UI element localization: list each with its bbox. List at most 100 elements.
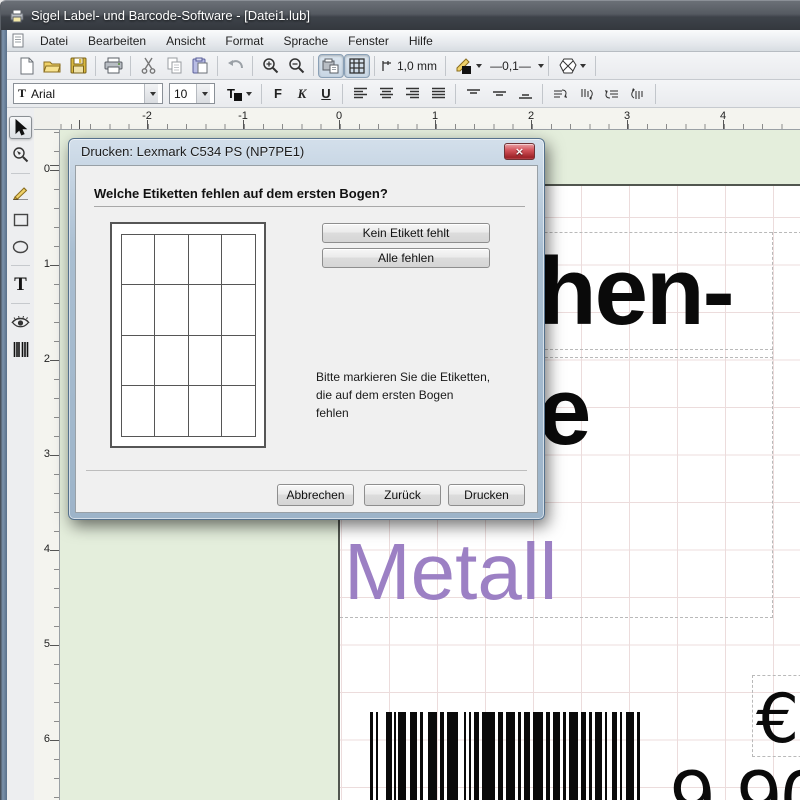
currency-symbol[interactable]: € — [756, 686, 799, 754]
label-cell[interactable] — [121, 385, 156, 437]
ellipse-tool-button[interactable] — [9, 235, 32, 258]
open-file-button[interactable] — [39, 54, 65, 78]
scissors-icon — [141, 57, 156, 74]
hruler-label: 4 — [720, 110, 726, 122]
label-cell[interactable] — [121, 335, 156, 387]
label-cell[interactable] — [221, 234, 256, 286]
valign-middle-button[interactable] — [486, 82, 512, 106]
vruler-label: 2 — [44, 353, 50, 365]
label-cell[interactable] — [221, 385, 256, 437]
valign-top-button[interactable] — [460, 82, 486, 106]
label-cell[interactable] — [188, 385, 223, 437]
rotate-180-button[interactable] — [599, 82, 625, 106]
align-left-button[interactable] — [347, 82, 373, 106]
zoom-region-tool-button[interactable] — [9, 143, 32, 166]
cancel-button[interactable]: Abbrechen — [277, 484, 354, 506]
barcode-icon — [13, 342, 29, 357]
align-right-button[interactable] — [399, 82, 425, 106]
no-label-missing-button[interactable]: Kein Etikett fehlt — [322, 223, 490, 243]
back-button[interactable]: Zurück — [364, 484, 441, 506]
fill-color-button[interactable] — [553, 54, 591, 78]
save-button[interactable] — [65, 54, 91, 78]
pencil-icon — [12, 185, 29, 200]
underline-button[interactable]: U — [314, 83, 338, 105]
label-cell[interactable] — [121, 234, 156, 286]
menu-ansicht[interactable]: Ansicht — [157, 32, 214, 50]
label-cell[interactable] — [121, 284, 156, 336]
cut-button[interactable] — [135, 54, 161, 78]
print-confirm-button[interactable]: Drucken — [448, 484, 525, 506]
label-cell[interactable] — [221, 335, 256, 387]
rectangle-tool-button[interactable] — [9, 208, 32, 231]
barcode-tool-button[interactable] — [9, 338, 32, 361]
menu-fenster[interactable]: Fenster — [339, 32, 398, 50]
format-toolbar: T Arial 10 T F K U — [7, 80, 800, 108]
snap-spacing-icon — [381, 60, 393, 72]
line-width-value: —0,1— — [486, 59, 535, 73]
align-center-button[interactable] — [373, 82, 399, 106]
print-button[interactable] — [100, 54, 126, 78]
image-tool-button[interactable] — [9, 311, 32, 334]
menu-format[interactable]: Format — [216, 32, 272, 50]
close-button[interactable]: × — [504, 143, 535, 160]
menu-sprache[interactable]: Sprache — [274, 32, 337, 50]
label-cell[interactable] — [221, 284, 256, 336]
select-tool-button[interactable] — [9, 116, 32, 139]
label-cell[interactable] — [154, 335, 189, 387]
font-size-select[interactable]: 10 — [169, 83, 215, 104]
rotate-0-button[interactable] — [547, 82, 573, 106]
svg-text:T: T — [227, 86, 235, 101]
label-cell[interactable] — [154, 234, 189, 286]
menu-hilfe[interactable]: Hilfe — [400, 32, 442, 50]
label-sheet-preview[interactable] — [110, 222, 266, 448]
snap-spacing-value[interactable]: 1,0 mm — [393, 59, 441, 73]
pencil-tool-button[interactable] — [9, 181, 32, 204]
view-borders-toggle[interactable] — [318, 54, 344, 78]
all-missing-button[interactable]: Alle fehlen — [322, 248, 490, 268]
tool-palette: T — [7, 108, 34, 800]
zoom-in-icon — [262, 57, 279, 74]
new-document-button[interactable] — [13, 54, 39, 78]
document-icon[interactable] — [11, 33, 25, 48]
undo-button[interactable] — [222, 54, 248, 78]
label-cell[interactable] — [154, 284, 189, 336]
font-family-select[interactable]: T Arial — [13, 83, 163, 104]
ellipse-icon — [12, 240, 29, 254]
object-boundary-dashed — [772, 232, 773, 618]
label-cell[interactable] — [188, 234, 223, 286]
align-justify-button[interactable] — [425, 82, 451, 106]
label-cell[interactable] — [154, 385, 189, 437]
copy-button[interactable] — [161, 54, 187, 78]
vruler-label: 5 — [44, 638, 50, 650]
line-width-button[interactable]: —0,1— — [486, 54, 544, 78]
font-color-button[interactable]: T — [221, 82, 257, 106]
window-title: Sigel Label- und Barcode-Software - [Dat… — [31, 8, 310, 23]
dialog-instruction: Bitte markieren Sie die Etiketten, die a… — [316, 368, 490, 422]
menu-datei[interactable]: Datei — [31, 32, 77, 50]
zoom-in-button[interactable] — [257, 54, 283, 78]
label-cell[interactable] — [188, 284, 223, 336]
label-headline-fragment[interactable]: hen- — [538, 244, 733, 340]
label-headline-fragment[interactable]: e — [538, 364, 589, 460]
standard-toolbar: 1,0 mm —0,1— — [7, 52, 800, 80]
price-text[interactable]: 9,90 — [670, 758, 800, 800]
bold-button[interactable]: F — [266, 83, 290, 105]
valign-bottom-button[interactable] — [512, 82, 538, 106]
rotate-90-button[interactable] — [573, 82, 599, 106]
zoom-out-button[interactable] — [283, 54, 309, 78]
print-dialog[interactable]: Drucken: Lexmark C534 PS (NP7PE1) × Welc… — [68, 138, 545, 520]
rotate-270-button[interactable] — [625, 82, 651, 106]
material-text[interactable]: Metall — [344, 532, 557, 612]
hruler-label: 0 — [336, 110, 342, 122]
title-bar[interactable]: Sigel Label- und Barcode-Software - [Dat… — [0, 0, 800, 30]
text-tool-button[interactable]: T — [9, 273, 32, 296]
dialog-title: Drucken: Lexmark C534 PS (NP7PE1) — [81, 144, 304, 159]
view-grid-toggle[interactable] — [344, 54, 370, 78]
pen-color-button[interactable] — [450, 54, 486, 78]
italic-button[interactable]: K — [290, 83, 314, 105]
paste-button[interactable] — [187, 54, 213, 78]
label-cell[interactable] — [188, 335, 223, 387]
no-fill-icon — [559, 58, 577, 74]
menu-bearbeiten[interactable]: Bearbeiten — [79, 32, 155, 50]
barcode[interactable] — [370, 712, 642, 800]
